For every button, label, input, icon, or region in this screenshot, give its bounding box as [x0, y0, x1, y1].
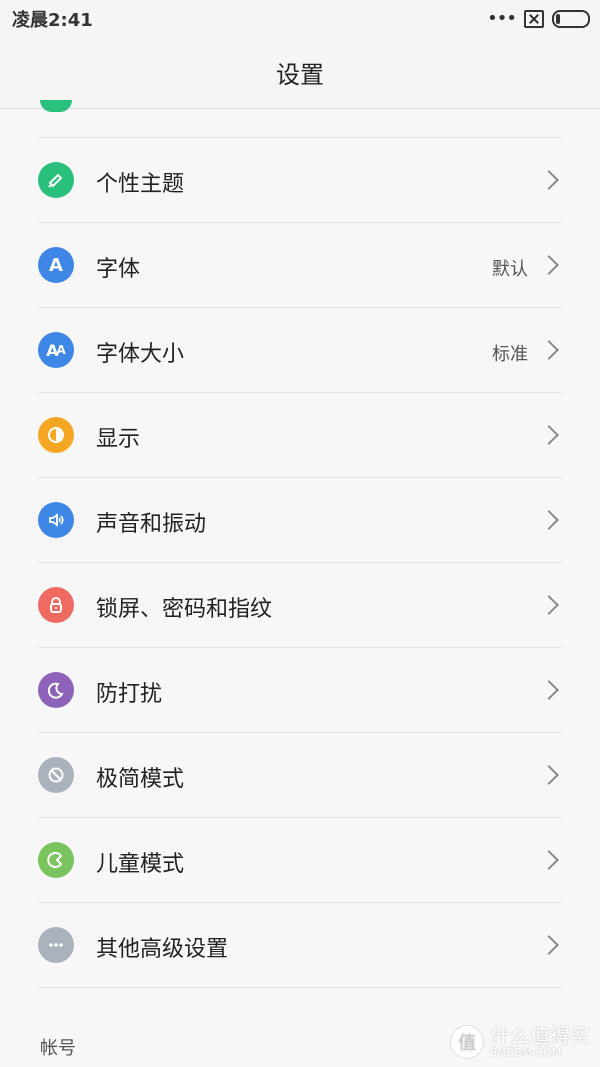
settings-item-label: 其他高级设置	[96, 937, 229, 962]
letter-a-icon: A	[38, 247, 74, 283]
status-icons: •••	[487, 8, 590, 29]
notification-dots-icon: •••	[487, 8, 517, 29]
watermark-text: 什么值得买	[490, 1023, 590, 1048]
font-size-icon: AA	[38, 332, 74, 368]
settings-item-label: 显示	[96, 427, 141, 452]
settings-item-label: 锁屏、密码和指纹	[96, 597, 273, 622]
divider	[38, 987, 562, 988]
settings-item-lock[interactable]: 锁屏、密码和指纹	[0, 563, 600, 648]
no-sim-icon	[524, 9, 544, 28]
section-header-account: 帐号	[40, 1038, 76, 1059]
chevron-right-icon	[539, 340, 559, 360]
chevron-right-icon	[539, 680, 559, 700]
chevron-right-icon	[539, 170, 559, 190]
settings-item-simple-mode[interactable]: 极简模式	[0, 733, 600, 818]
settings-item-label: 个性主题	[96, 172, 185, 197]
settings-item-value: 标准	[492, 344, 528, 365]
settings-item-font-size[interactable]: AA 字体大小 标准	[0, 308, 600, 393]
moon-icon	[38, 672, 74, 708]
watermark-badge-icon: 值	[450, 1025, 484, 1059]
settings-item-label: 字体	[96, 257, 141, 282]
chevron-right-icon	[539, 510, 559, 530]
settings-item-label: 儿童模式	[96, 852, 185, 877]
watermark-subtext: SMZDM.COM	[490, 1045, 562, 1059]
chevron-right-icon	[539, 850, 559, 870]
chevron-right-icon	[539, 765, 559, 785]
watermark: 值 什么值得买 SMZDM.COM	[450, 1025, 590, 1059]
settings-item-font[interactable]: A 字体 默认	[0, 223, 600, 308]
more-icon	[38, 927, 74, 963]
title-bar: 设置	[0, 36, 600, 109]
battery-icon	[552, 9, 590, 28]
chevron-right-icon	[539, 425, 559, 445]
settings-item-value: 默认	[492, 259, 528, 280]
settings-item-theme[interactable]: 个性主题	[0, 138, 600, 223]
settings-item-display[interactable]: 显示	[0, 393, 600, 478]
settings-item-sound[interactable]: 声音和振动	[0, 478, 600, 563]
paint-brush-icon	[38, 162, 74, 198]
settings-item-label: 声音和振动	[96, 512, 207, 537]
chevron-right-icon	[539, 935, 559, 955]
chevron-right-icon	[539, 595, 559, 615]
partial-item-icon	[40, 100, 72, 112]
simple-mode-icon	[38, 757, 74, 793]
lock-icon	[38, 587, 74, 623]
chevron-right-icon	[539, 255, 559, 275]
settings-item-advanced[interactable]: 其他高级设置	[0, 903, 600, 988]
status-time: 凌晨2:41	[12, 10, 93, 31]
speaker-icon	[38, 502, 74, 538]
status-bar: 凌晨2:41 •••	[0, 0, 600, 36]
page-title: 设置	[276, 60, 324, 89]
settings-item-kids-mode[interactable]: 儿童模式	[0, 818, 600, 903]
settings-item-label: 字体大小	[96, 342, 185, 367]
settings-item-label: 极简模式	[96, 767, 185, 792]
kids-mode-icon	[38, 842, 74, 878]
settings-item-dnd[interactable]: 防打扰	[0, 648, 600, 733]
settings-item-label: 防打扰	[96, 682, 163, 707]
brightness-icon	[38, 417, 74, 453]
